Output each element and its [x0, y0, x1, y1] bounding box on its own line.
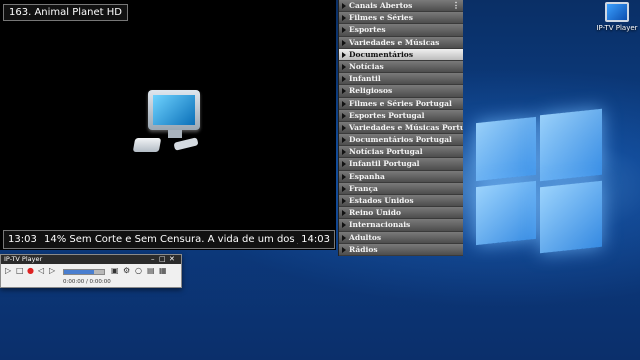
settings-icon[interactable]: ⚙ — [123, 267, 130, 275]
minimize-icon[interactable]: – — [151, 255, 155, 264]
menu-item-label: Internacionais — [349, 220, 411, 230]
program-end-time: 14:03 — [301, 234, 330, 245]
menu-item-14[interactable]: Espanha — [339, 170, 463, 182]
menu-item-label: Infantil Portugal — [349, 159, 420, 169]
menu-item-label: Filmes e Séries — [349, 13, 413, 23]
windows-logo — [462, 108, 602, 258]
menu-item-label: Estados Unidos — [349, 196, 414, 205]
channel-title: 163. Animal Planet HD — [3, 4, 128, 21]
playback-time: 0:00:00 / 0:00:00 — [63, 279, 111, 285]
menu-item-label: Infantil — [349, 74, 381, 84]
menu-item-9[interactable]: Esportes Portugal — [339, 109, 463, 121]
program-title: 14% Sem Corte e Sem Censura. A vida de u… — [44, 234, 298, 245]
menu-item-17[interactable]: Reino Unido — [339, 207, 463, 219]
close-icon[interactable]: ✕ — [169, 255, 175, 264]
fullscreen-icon[interactable]: ○ — [135, 267, 142, 275]
menu-item-label: França — [349, 183, 378, 193]
menu-item-label: Adultos — [349, 232, 382, 242]
desktop-shortcut-label: IP-TV Player — [596, 24, 638, 32]
epg-icon[interactable]: ▦ — [159, 267, 167, 275]
video-area[interactable]: 163. Animal Planet HD 13:03 14% Sem Cort… — [0, 0, 336, 250]
program-info-bar: 13:03 14% Sem Corte e Sem Censura. A vid… — [3, 230, 335, 249]
stop-icon[interactable]: □ — [16, 267, 24, 275]
previous-icon[interactable]: ◁ — [38, 267, 44, 275]
menu-item-12[interactable]: Notícias Portugal — [339, 146, 463, 158]
menu-item-label: Esportes — [349, 25, 386, 35]
mini-player-window: IP-TV Player – □ ✕ ▷ □ ● ◁ ▷ ▣ ⚙ ○ ▤ ▦ 0… — [0, 254, 182, 288]
menu-item-7[interactable]: Religiosos — [339, 85, 463, 97]
menu-item-2[interactable]: Esportes — [339, 24, 463, 36]
maximize-icon[interactable]: □ — [159, 255, 166, 264]
program-start-time: 13:03 — [8, 234, 37, 245]
iptv-logo-icon — [132, 88, 206, 160]
menu-item-6[interactable]: Infantil — [339, 73, 463, 85]
menu-item-10[interactable]: Variedades e Músicas Portugal — [339, 121, 463, 134]
menu-options-icon[interactable]: ⋮ — [452, 0, 460, 11]
mini-player-title: IP-TV Player — [4, 255, 43, 263]
menu-item-label: Canais Abertos — [349, 1, 413, 10]
menu-item-18[interactable]: Internacionais — [339, 219, 463, 231]
menu-item-16[interactable]: Estados Unidos — [339, 195, 463, 207]
menu-item-label: Espanha — [349, 171, 385, 181]
menu-item-label: Notícias — [349, 61, 384, 71]
menu-item-11[interactable]: Documentários Portugal — [339, 134, 463, 146]
play-icon[interactable]: ▷ — [5, 267, 11, 275]
menu-item-label: Rádios — [349, 244, 378, 254]
menu-item-13[interactable]: Infantil Portugal — [339, 158, 463, 170]
menu-item-4[interactable]: Documentários — [339, 48, 463, 60]
menu-item-label: Religiosos — [349, 86, 393, 96]
snapshot-icon[interactable]: ▣ — [111, 267, 119, 275]
menu-item-8[interactable]: Filmes e Séries Portugal — [339, 97, 463, 109]
mini-player-titlebar[interactable]: IP-TV Player – □ ✕ — [1, 255, 181, 264]
record-icon[interactable]: ● — [27, 267, 34, 275]
menu-item-label: Variedades e Músicas Portugal — [349, 122, 463, 132]
menu-item-5[interactable]: Notícias — [339, 60, 463, 73]
menu-item-label: Esportes Portugal — [349, 110, 425, 120]
next-icon[interactable]: ▷ — [49, 267, 55, 275]
menu-item-20[interactable]: Rádios — [339, 243, 463, 255]
volume-slider[interactable] — [63, 269, 105, 275]
menu-item-label: Reino Unido — [349, 208, 402, 218]
channel-category-menu: Canais Abertos ⋮ Filmes e Séries Esportes Va… — [338, 0, 463, 256]
menu-item-label: Notícias Portugal — [349, 147, 423, 157]
menu-item-0[interactable]: Canais Abertos ⋮ — [339, 0, 463, 12]
menu-item-3[interactable]: Variedades e Músicas — [339, 36, 463, 48]
menu-item-label: Documentários Portugal — [349, 135, 452, 145]
playlist-icon[interactable]: ▤ — [147, 267, 155, 275]
menu-item-15[interactable]: França — [339, 182, 463, 194]
desktop-shortcut-iptv-player[interactable]: IP-TV Player — [596, 2, 638, 32]
menu-item-label: Variedades e Músicas — [349, 37, 440, 47]
menu-item-label: Filmes e Séries Portugal — [349, 98, 452, 108]
menu-item-19[interactable]: Adultos — [339, 231, 463, 243]
menu-item-1[interactable]: Filmes e Séries — [339, 12, 463, 24]
menu-item-label: Documentários — [349, 49, 414, 59]
iptv-player-icon — [605, 2, 629, 22]
